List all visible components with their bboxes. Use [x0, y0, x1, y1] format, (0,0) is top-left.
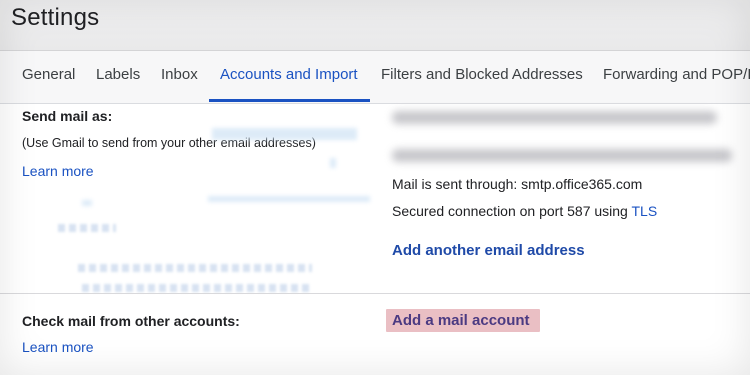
ghost-artifact [82, 284, 312, 292]
settings-page: Settings General Labels Inbox Accounts a… [0, 0, 750, 375]
section-divider [0, 293, 750, 294]
tab-accounts-and-import[interactable]: Accounts and Import [220, 66, 358, 83]
blurred-email-address [392, 111, 717, 124]
settings-header: Settings [0, 0, 750, 51]
add-another-email-address-link[interactable]: Add another email address [392, 242, 585, 259]
mail-sent-through-text: Mail is sent through: smtp.office365.com [392, 176, 643, 192]
check-mail-title: Check mail from other accounts: [22, 313, 240, 329]
secured-connection-prefix: Secured connection on port 587 using [392, 203, 632, 219]
ghost-artifact [78, 264, 312, 272]
tls-link[interactable]: TLS [631, 203, 657, 219]
page-title: Settings [11, 4, 100, 31]
tab-filters-and-blocked-addresses[interactable]: Filters and Blocked Addresses [381, 66, 583, 83]
tab-inbox[interactable]: Inbox [161, 66, 198, 83]
ghost-artifact [82, 200, 92, 206]
tab-general[interactable]: General [22, 66, 75, 83]
send-mail-as-title: Send mail as: [22, 108, 113, 124]
send-mail-learn-more-link[interactable]: Learn more [22, 163, 94, 179]
add-mail-account-link[interactable]: Add a mail account [392, 312, 530, 329]
tab-labels[interactable]: Labels [96, 66, 140, 83]
ghost-artifact [330, 158, 336, 168]
ghost-artifact [208, 196, 370, 202]
settings-tabs: General Labels Inbox Accounts and Import… [0, 51, 750, 104]
ghost-artifact [58, 224, 116, 232]
tab-forwarding-and-pop-imap[interactable]: Forwarding and POP/IM [603, 66, 750, 83]
blurred-email-address [392, 149, 732, 162]
check-mail-learn-more-link[interactable]: Learn more [22, 339, 94, 355]
active-tab-indicator [209, 99, 370, 102]
ghost-artifact [212, 128, 357, 140]
secured-connection-text: Secured connection on port 587 using TLS [392, 203, 657, 219]
